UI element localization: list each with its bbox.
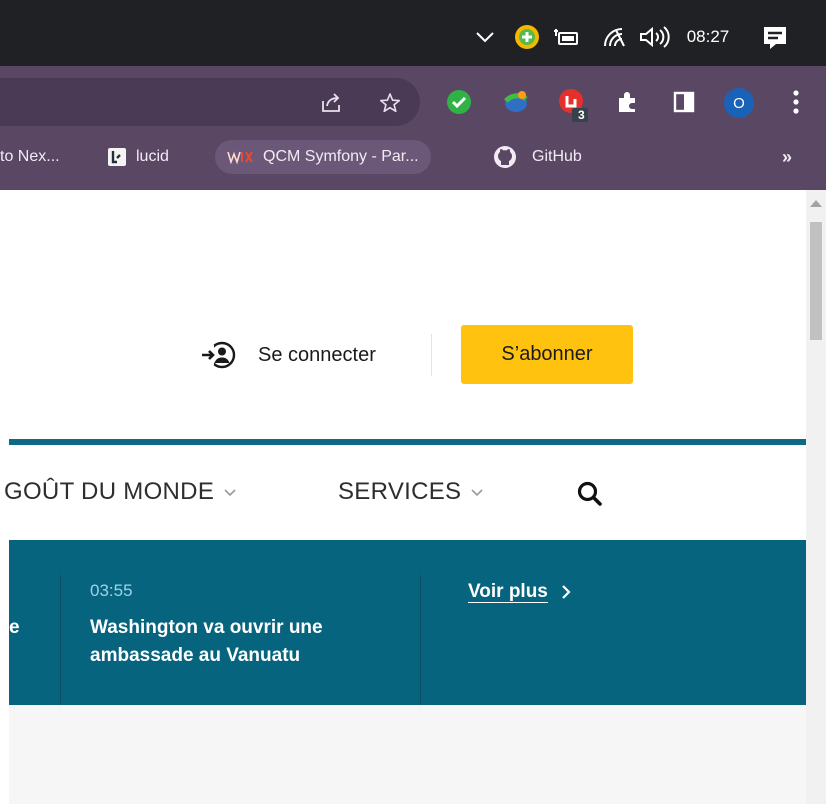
add-app-icon[interactable] [514, 24, 540, 50]
login-user-icon [202, 341, 236, 369]
ticker-previous-item-fragment[interactable]: e [9, 617, 20, 639]
profile-initial: O [733, 94, 745, 112]
side-panel-icon[interactable] [670, 88, 698, 116]
search-icon[interactable] [575, 479, 605, 509]
header-rule [9, 439, 806, 445]
bookmark-label: to Nex... [0, 148, 60, 165]
login-label: Se connecter [258, 343, 376, 366]
ticker-item-title[interactable]: Washington va ouvrir une ambassade au Va… [90, 614, 390, 670]
nav-item-services[interactable]: SERVICES [338, 475, 484, 509]
scroll-up-arrow-icon[interactable] [810, 200, 822, 207]
wifi-icon[interactable] [602, 26, 626, 48]
profile-avatar[interactable]: O [722, 86, 756, 120]
nav-item-label: GOÛT DU MONDE [4, 478, 215, 505]
bookmarks-bar: to Nex... lucid QCM Symfony - Par... Git… [0, 134, 826, 180]
news-ticker: e 03:55 Washington va ouvrir une ambassa… [9, 540, 806, 705]
puzzle-extensions-icon[interactable] [613, 88, 641, 116]
bookmark-label: lucid [136, 148, 169, 165]
nav-item-label: SERVICES [338, 478, 462, 505]
bookmark-item[interactable]: GitHub [492, 140, 582, 174]
ticker-separator [60, 575, 61, 705]
share-icon[interactable] [318, 90, 344, 116]
page-viewport: Se connecter S’abonner GOÛT DU MONDE SER… [0, 190, 806, 804]
globe-extension-icon[interactable] [501, 88, 531, 116]
volume-icon[interactable] [638, 25, 672, 49]
bookmark-label: GitHub [532, 148, 582, 165]
bookmarks-overflow-button[interactable]: » [782, 140, 792, 174]
ticker-separator [420, 575, 421, 705]
github-logo-icon [492, 144, 518, 170]
header-divider [431, 334, 432, 376]
address-bar[interactable] [0, 78, 420, 126]
nav-item-gout-du-monde[interactable]: GOÛT DU MONDE [4, 475, 237, 509]
lucid-logo-icon [108, 148, 126, 166]
ticker-item-time: 03:55 [90, 581, 133, 600]
subscribe-button[interactable]: S’abonner [461, 325, 633, 384]
chevron-down-icon [471, 489, 483, 497]
bookmark-item[interactable]: to Nex... [0, 140, 60, 174]
check-extension-icon[interactable] [445, 88, 473, 116]
chevron-up-icon[interactable] [474, 26, 496, 48]
bookmark-item[interactable]: lucid [108, 140, 169, 174]
system-clock[interactable]: 08:27 [682, 25, 734, 49]
chevron-right-icon [562, 585, 571, 599]
page-scrollbar[interactable] [806, 190, 826, 804]
bookmark-star-icon[interactable] [377, 90, 403, 116]
extension-badge: 3 [578, 108, 585, 122]
bookmark-label: QCM Symfony - Par... [263, 148, 419, 165]
windows-taskbar: 08:27 [0, 0, 826, 66]
scrollbar-thumb[interactable] [810, 222, 822, 340]
battery-icon[interactable] [554, 26, 580, 48]
adblock-extension-icon[interactable]: 3 [556, 86, 592, 124]
voir-plus-link[interactable]: Voir plus [468, 581, 572, 603]
qcm-logo-icon [227, 148, 253, 166]
bookmark-item[interactable]: QCM Symfony - Par... [215, 140, 431, 174]
content-area [9, 705, 806, 804]
login-link[interactable]: Se connecter [200, 335, 376, 375]
kebab-menu-icon[interactable] [783, 86, 809, 118]
voir-plus-label: Voir plus [468, 581, 548, 602]
chevron-down-icon [224, 489, 236, 497]
notification-center-icon[interactable] [760, 24, 790, 52]
browser-toolbar: 3 O to Nex... lucid QCM Symfony - Par... [0, 66, 826, 190]
